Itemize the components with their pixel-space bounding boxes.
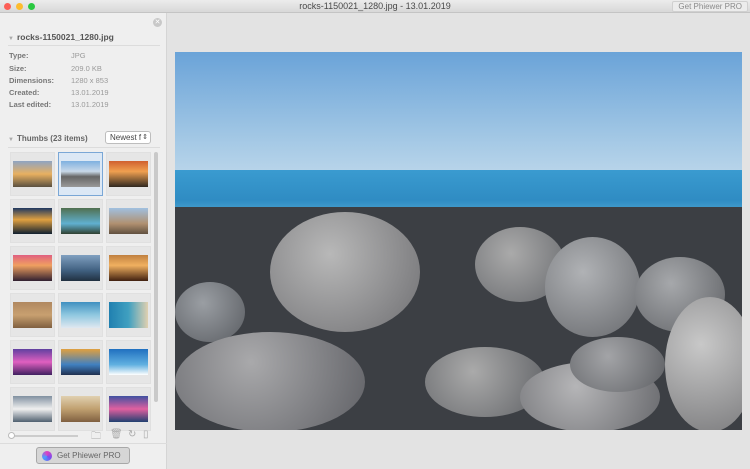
file-name-header[interactable]: ▼ rocks-1150021_1280.jpg (8, 32, 114, 42)
meta-size: Size: 209.0 KB (9, 64, 102, 73)
divider (8, 45, 160, 46)
sort-select[interactable]: Newest f ⇕ (105, 131, 151, 144)
thumbnail-image (61, 255, 100, 281)
get-pro-button[interactable]: Get Phiewer PRO (36, 447, 130, 464)
thumbnail-item[interactable] (58, 246, 103, 290)
get-pro-label: Get Phiewer PRO (57, 451, 121, 460)
thumb-size-slider[interactable] (10, 435, 78, 437)
thumbnail-image (109, 255, 148, 281)
disclosure-triangle-icon: ▼ (8, 137, 14, 143)
meta-last-edited: Last edited: 13.01.2019 (9, 100, 109, 109)
title-bar: rocks-1150021_1280.jpg - 13.01.2019 Get … (0, 0, 750, 13)
thumbnail-item[interactable] (58, 387, 103, 431)
thumbnail-item[interactable] (106, 199, 151, 243)
rotate-icon[interactable]: ↻ (128, 429, 136, 440)
thumbnail-item[interactable] (58, 340, 103, 384)
thumbnail-item[interactable] (10, 340, 55, 384)
thumbnail-image (109, 396, 148, 422)
get-pro-top-button[interactable]: Get Phiewer PRO (672, 1, 748, 12)
divider (0, 443, 167, 444)
main-image[interactable] (175, 52, 742, 430)
thumbnail-item[interactable] (10, 387, 55, 431)
scrollbar[interactable] (154, 152, 158, 402)
thumbnail-item[interactable] (10, 246, 55, 290)
thumbnail-item[interactable] (106, 293, 151, 337)
thumbnail-item[interactable] (10, 293, 55, 337)
thumbnail-image (61, 396, 100, 422)
meta-created: Created: 13.01.2019 (9, 88, 109, 97)
thumbs-header[interactable]: ▼ Thumbs (23 items) (8, 134, 88, 143)
thumbnail-image (61, 208, 100, 234)
document-icon[interactable]: ▯ (143, 429, 149, 440)
disclosure-triangle-icon: ▼ (8, 36, 14, 42)
thumbnail-item[interactable] (106, 340, 151, 384)
thumbnail-item[interactable] (10, 152, 55, 196)
thumbnail-item[interactable] (58, 152, 103, 196)
meta-dimensions: Dimensions: 1280 x 853 (9, 76, 109, 85)
slider-knob[interactable] (8, 432, 15, 439)
image-rocks (175, 207, 742, 430)
chevron-updown-icon: ⇕ (142, 134, 148, 141)
thumbs-count: Thumbs (23 items) (16, 134, 88, 143)
thumbnail-image (13, 161, 52, 187)
thumbnail-item[interactable] (106, 152, 151, 196)
sidebar: ✕ ▼ rocks-1150021_1280.jpg Type: JPG Size:… (0, 13, 167, 469)
thumbnail-image (109, 208, 148, 234)
thumbnail-image (13, 396, 52, 422)
thumbnail-image (13, 255, 52, 281)
window-title: rocks-1150021_1280.jpg - 13.01.2019 (299, 1, 451, 11)
sort-value: Newest f (110, 133, 142, 142)
thumbnail-item[interactable] (58, 293, 103, 337)
thumbnail-image (13, 302, 52, 328)
thumbnail-image (109, 161, 148, 187)
thumbnail-item[interactable] (106, 246, 151, 290)
thumbnail-image (61, 161, 100, 187)
close-sidebar-icon[interactable]: ✕ (153, 18, 162, 27)
thumbnail-item[interactable] (106, 387, 151, 431)
divider (8, 147, 160, 148)
file-name: rocks-1150021_1280.jpg (16, 32, 114, 42)
thumbnail-image (109, 302, 148, 328)
trash-icon[interactable]: 🗑 (110, 429, 123, 440)
thumbnail-image (13, 208, 52, 234)
thumbnail-item[interactable] (10, 199, 55, 243)
thumbnail-item[interactable] (58, 199, 103, 243)
thumbnail-image (61, 302, 100, 328)
thumbnail-image (109, 349, 148, 375)
phiewer-logo-icon (42, 451, 52, 461)
thumbnail-image (61, 349, 100, 375)
thumbnail-image (13, 349, 52, 375)
meta-type: Type: JPG (9, 51, 86, 60)
